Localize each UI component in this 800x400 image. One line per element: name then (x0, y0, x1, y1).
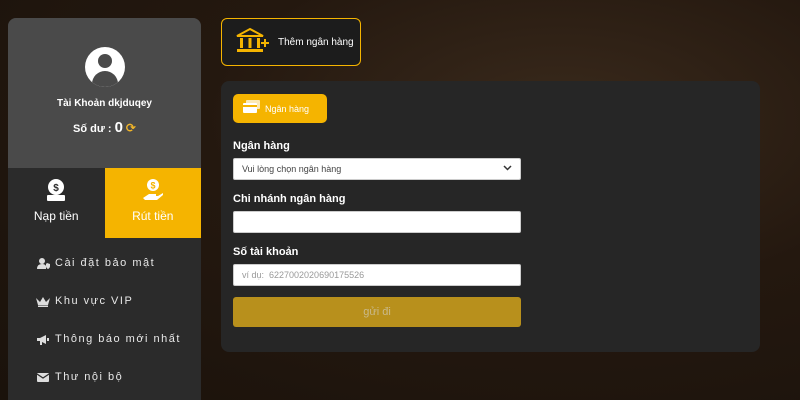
add-bank-button[interactable]: Thêm ngân hàng (221, 18, 361, 66)
balance-value: 0 (114, 119, 123, 136)
tab-withdraw-label: Rút tiền (132, 209, 174, 223)
account-number-field[interactable] (233, 264, 521, 286)
bank-add-icon (236, 27, 270, 58)
envelope-icon (36, 372, 50, 382)
bank-label: Ngân hàng (233, 140, 290, 152)
action-tabs: $ Nạp tiền $ Rút tiền (8, 168, 201, 238)
menu-item-security[interactable]: Cài đặt bảo mật (8, 244, 201, 282)
menu-item-inbox[interactable]: Thư nội bộ (8, 358, 201, 396)
branch-label: Chi nhánh ngân hàng (233, 193, 346, 205)
megaphone-icon (36, 334, 50, 345)
refresh-icon[interactable]: ⟳ (126, 121, 136, 135)
bank-type-chip[interactable]: Ngân hàng (233, 94, 327, 123)
bank-type-chip-label: Ngân hàng (265, 103, 310, 114)
bank-form-panel: Ngân hàng Ngân hàng Vui lòng chọn ngân h… (221, 81, 760, 352)
hand-money-icon: $ (105, 178, 202, 202)
menu-item-inbox-label: Thư nội bộ (55, 371, 124, 383)
bank-select[interactable]: Vui lòng chọn ngân hàng (233, 158, 521, 180)
tab-deposit[interactable]: $ Nạp tiền (8, 168, 105, 238)
account-number-input[interactable] (234, 265, 520, 285)
chevron-down-icon (503, 163, 512, 173)
crown-icon (36, 296, 50, 307)
tab-deposit-label: Nạp tiền (33, 209, 79, 223)
menu-item-vip-label: Khu vực VIP (55, 295, 134, 307)
branch-input[interactable] (234, 212, 520, 232)
sidebar-menu: Cài đặt bảo mật Khu vực VIP Thông báo mớ… (8, 238, 201, 396)
menu-item-news-label: Thông báo mới nhất (55, 333, 181, 345)
account-name: Tài Khoản dkjduqey (56, 98, 152, 109)
add-bank-label: Thêm ngân hàng (278, 36, 354, 48)
profile-card: Tài Khoản dkjduqey Số dư :0 ⟳ (8, 18, 201, 168)
money-bag-icon: $ (8, 178, 105, 202)
balance-label: Số dư : (73, 123, 112, 135)
user-sidebar: Tài Khoản dkjduqey Số dư :0 ⟳ $ Nạp tiền … (8, 18, 201, 400)
account-number-label: Số tài khoản (233, 246, 299, 258)
branch-field[interactable] (233, 211, 521, 233)
avatar-icon (85, 47, 125, 87)
svg-text:$: $ (150, 181, 155, 191)
menu-item-news[interactable]: Thông báo mới nhất (8, 320, 201, 358)
menu-item-security-label: Cài đặt bảo mật (55, 257, 156, 269)
svg-text:$: $ (53, 183, 59, 194)
user-shield-icon (36, 257, 50, 269)
tab-withdraw[interactable]: $ Rút tiền (104, 168, 202, 238)
card-icon (243, 99, 260, 118)
menu-item-vip[interactable]: Khu vực VIP (8, 282, 201, 320)
bank-select-value: Vui lòng chọn ngân hàng (242, 164, 342, 174)
submit-button[interactable]: gửi đi (233, 297, 521, 327)
balance-row: Số dư :0 ⟳ (8, 119, 201, 136)
